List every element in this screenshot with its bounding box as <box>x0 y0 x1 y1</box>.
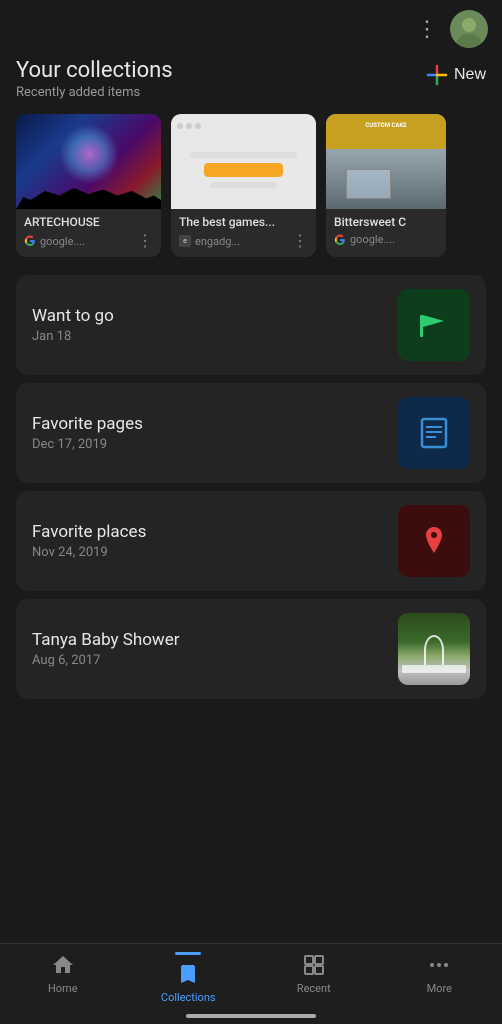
nav-label-collections: Collections <box>161 991 216 1004</box>
item-source-text: engadg... <box>195 235 240 248</box>
plus-icon <box>426 64 448 86</box>
home-icon <box>50 952 76 978</box>
item-footer: Bittersweet C google.... <box>326 209 446 254</box>
item-source: google.... <box>334 233 395 246</box>
item-title: Bittersweet C <box>334 215 438 229</box>
recent-icon <box>301 952 327 978</box>
collection-name: Favorite places <box>32 522 398 542</box>
favorite-places-icon <box>398 505 470 577</box>
collection-date: Aug 6, 2017 <box>32 653 398 668</box>
header-left: Your collections Recently added items <box>16 58 173 100</box>
store-sign: CUSTOM CAKE <box>365 122 406 129</box>
avatar[interactable] <box>450 10 488 48</box>
nav-active-indicator <box>175 952 201 955</box>
collection-info: Favorite pages Dec 17, 2019 <box>32 414 398 452</box>
thumbnail-store: CUSTOM CAKE <box>326 114 446 209</box>
item-title: ARTECHOUSE <box>24 215 153 229</box>
collections-icon <box>175 961 201 987</box>
collections-list: Want to go Jan 18 Favorite pages Dec 17,… <box>0 267 502 707</box>
nav-label-more: More <box>427 982 452 995</box>
collection-name: Want to go <box>32 306 398 326</box>
item-footer: ARTECHOUSE google.... ⋮ <box>16 209 161 257</box>
list-item[interactable]: Want to go Jan 18 <box>16 275 486 375</box>
nav-item-collections[interactable]: Collections <box>126 952 252 1004</box>
list-item[interactable]: Favorite places Nov 24, 2019 <box>16 491 486 591</box>
more-options-icon[interactable]: ⋮ <box>416 17 440 42</box>
collection-info: Tanya Baby Shower Aug 6, 2017 <box>32 630 398 668</box>
google-icon <box>24 235 36 247</box>
item-source-text: google.... <box>350 233 395 246</box>
list-item[interactable]: The best games... e engadg... ⋮ <box>171 114 316 257</box>
top-bar: ⋮ <box>0 0 502 54</box>
item-meta: google.... ⋮ <box>24 233 153 249</box>
bottom-navigation: Home Collections Recent <box>0 943 502 1024</box>
nav-item-more[interactable]: More <box>377 952 502 1004</box>
new-button-label: New <box>454 66 486 84</box>
item-source: google.... <box>24 235 85 248</box>
item-more-options[interactable]: ⋮ <box>292 233 308 249</box>
item-meta: e engadg... ⋮ <box>179 233 308 249</box>
collection-info: Want to go Jan 18 <box>32 306 398 344</box>
thumbnail-artechouse <box>16 114 161 209</box>
nav-item-recent[interactable]: Recent <box>251 952 377 1004</box>
google-icon <box>334 234 346 246</box>
thumbnail-browser <box>171 114 316 209</box>
item-footer: The best games... e engadg... ⋮ <box>171 209 316 257</box>
browser-bar <box>177 120 310 132</box>
item-meta: google.... <box>334 233 438 246</box>
new-collection-button[interactable]: New <box>426 60 486 90</box>
tanya-baby-shower-thumbnail <box>398 613 470 685</box>
list-item[interactable]: Tanya Baby Shower Aug 6, 2017 <box>16 599 486 699</box>
collection-date: Jan 18 <box>32 329 398 344</box>
collection-date: Dec 17, 2019 <box>32 437 398 452</box>
nav-item-home[interactable]: Home <box>0 952 126 1004</box>
collection-name: Favorite pages <box>32 414 398 434</box>
page-title: Your collections <box>16 58 173 83</box>
more-icon <box>426 952 452 978</box>
favorite-pages-icon <box>398 397 470 469</box>
list-item[interactable]: CUSTOM CAKE Bittersweet C google.... <box>326 114 446 257</box>
home-indicator <box>186 1014 316 1018</box>
item-more-options[interactable]: ⋮ <box>137 233 153 249</box>
engadget-icon: e <box>179 235 191 247</box>
nav-label-recent: Recent <box>297 982 331 995</box>
page-subtitle: Recently added items <box>16 85 173 100</box>
nav-label-home: Home <box>48 982 78 995</box>
item-source-text: google.... <box>40 235 85 248</box>
list-item[interactable]: Favorite pages Dec 17, 2019 <box>16 383 486 483</box>
collection-info: Favorite places Nov 24, 2019 <box>32 522 398 560</box>
page-header: Your collections Recently added items Ne… <box>0 54 502 102</box>
browser-content <box>177 136 310 203</box>
want-to-go-icon <box>398 289 470 361</box>
collection-name: Tanya Baby Shower <box>32 630 398 650</box>
item-title: The best games... <box>179 215 308 229</box>
list-item[interactable]: ARTECHOUSE google.... ⋮ <box>16 114 161 257</box>
item-source: e engadg... <box>179 235 240 248</box>
recently-added-section: ARTECHOUSE google.... ⋮ <box>0 102 502 263</box>
collection-date: Nov 24, 2019 <box>32 545 398 560</box>
